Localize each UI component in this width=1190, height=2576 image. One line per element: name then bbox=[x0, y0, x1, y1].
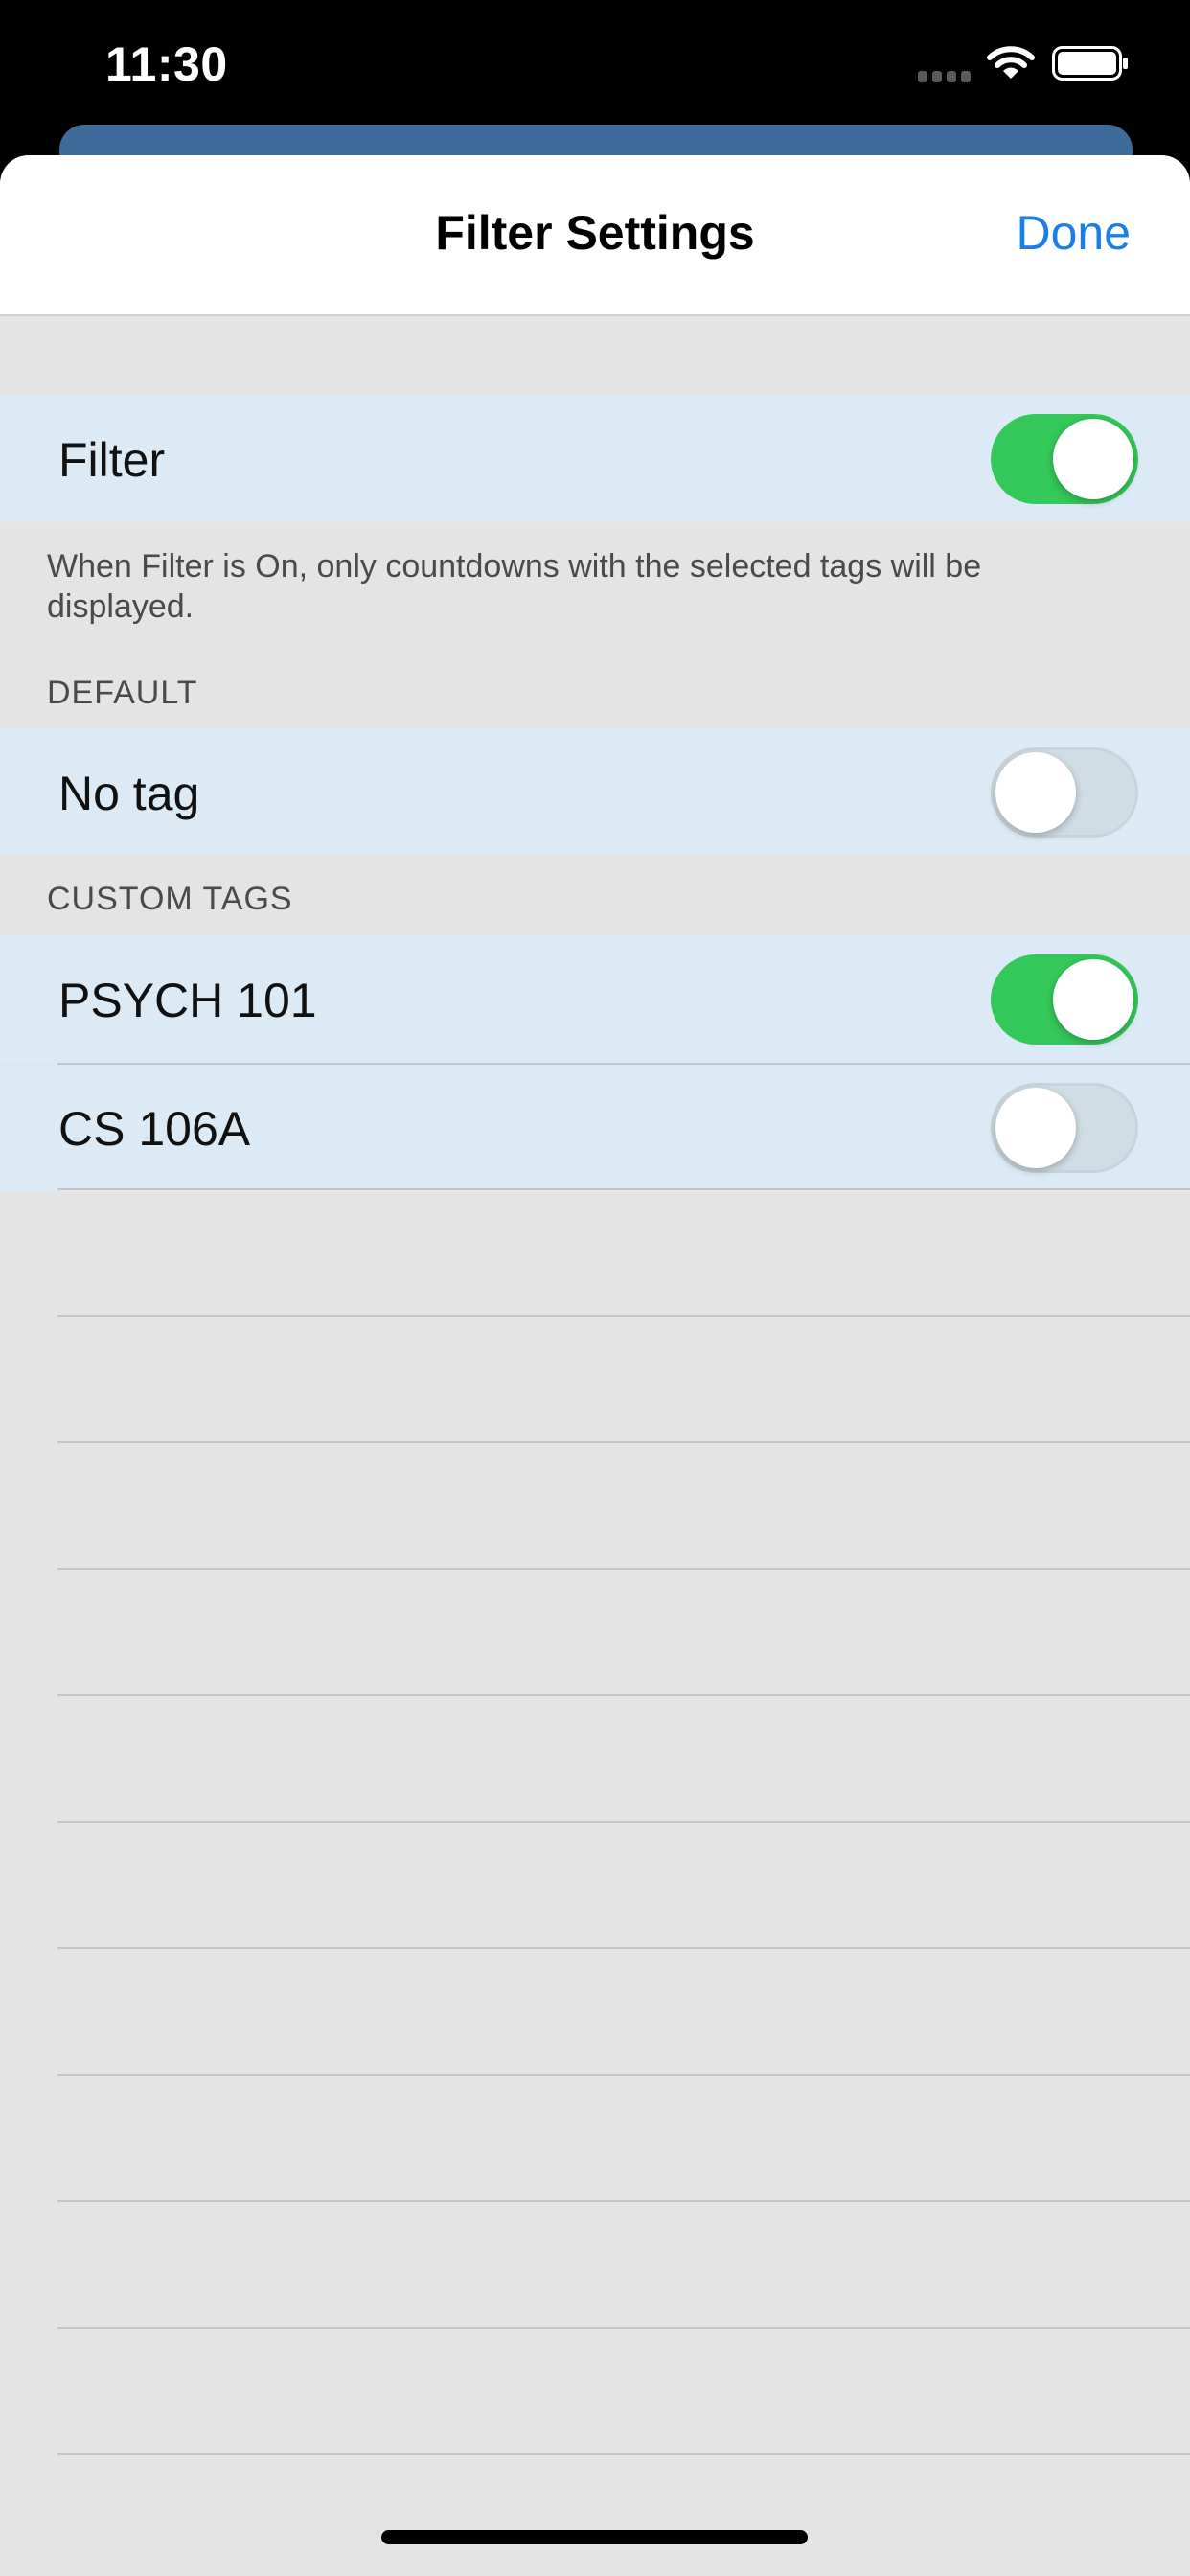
done-button[interactable]: Done bbox=[1016, 205, 1131, 261]
home-indicator[interactable] bbox=[381, 2530, 808, 2544]
tag-row-psych-101: PSYCH 101 bbox=[0, 936, 1190, 1063]
filter-settings-sheet: Filter Settings Done Filter When Filter … bbox=[0, 155, 1190, 2576]
status-time: 11:30 bbox=[105, 37, 228, 91]
empty-row-separator bbox=[57, 2200, 1190, 2202]
empty-row-separator bbox=[57, 2074, 1190, 2076]
empty-row-separator bbox=[57, 1315, 1190, 1317]
cs-106a-toggle[interactable] bbox=[991, 1083, 1138, 1173]
empty-row-separator bbox=[57, 1568, 1190, 1570]
empty-row-separator bbox=[57, 1188, 1190, 1190]
tag-row-cs-106a: CS 106A bbox=[0, 1065, 1190, 1191]
empty-row-separator bbox=[57, 2327, 1190, 2329]
section-header-default: DEFAULT bbox=[47, 675, 198, 711]
navigation-bar: Filter Settings Done bbox=[0, 155, 1190, 316]
wifi-icon bbox=[987, 46, 1035, 79]
tag-label: No tag bbox=[58, 767, 200, 820]
empty-row-separator bbox=[57, 1821, 1190, 1823]
status-bar: 11:30 bbox=[0, 0, 1190, 129]
toggle-knob bbox=[995, 1088, 1076, 1168]
tag-label: PSYCH 101 bbox=[58, 974, 317, 1027]
toggle-knob bbox=[1053, 959, 1133, 1040]
tag-row-no-tag: No tag bbox=[0, 729, 1190, 856]
empty-row-separator bbox=[57, 1947, 1190, 1949]
toggle-knob bbox=[995, 752, 1076, 833]
section-header-custom-tags: CUSTOM TAGS bbox=[47, 881, 293, 917]
tag-label: CS 106A bbox=[58, 1102, 251, 1156]
empty-row-separator bbox=[57, 2453, 1190, 2455]
empty-row-separator bbox=[57, 1694, 1190, 1696]
filter-label: Filter bbox=[58, 433, 166, 487]
psych-101-toggle[interactable] bbox=[991, 954, 1138, 1045]
empty-row-separator bbox=[57, 1441, 1190, 1443]
page-title: Filter Settings bbox=[435, 206, 755, 260]
no-tag-toggle[interactable] bbox=[991, 748, 1138, 838]
toggle-knob bbox=[1053, 419, 1133, 499]
filter-toggle[interactable] bbox=[991, 414, 1138, 504]
filter-row: Filter bbox=[0, 396, 1190, 522]
signal-icon bbox=[918, 71, 972, 82]
screen: 11:30 Filter Settings Done Filter When F… bbox=[0, 0, 1190, 2576]
battery-icon bbox=[1052, 46, 1128, 80]
filter-footer-text: When Filter is On, only countdowns with … bbox=[47, 548, 982, 625]
